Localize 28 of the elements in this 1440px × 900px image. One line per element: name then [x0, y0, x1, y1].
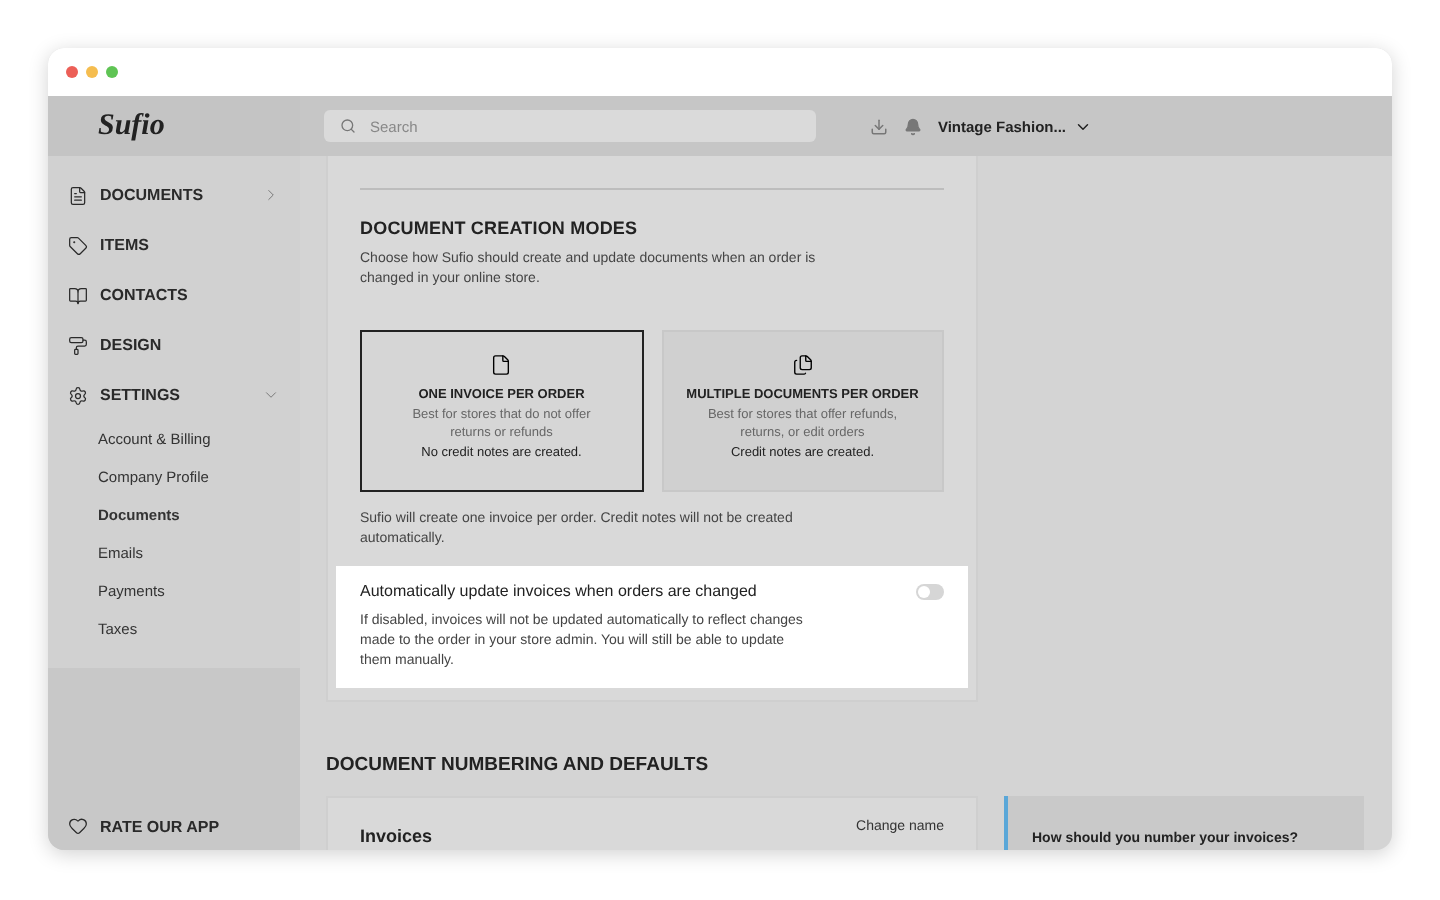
- minimize-dot-icon[interactable]: [86, 66, 98, 78]
- chevron-down-icon: [262, 386, 280, 404]
- bell-icon[interactable]: [903, 117, 922, 135]
- settings-icon: [68, 385, 88, 405]
- sidebar-item[interactable]: ITEMS: [48, 220, 300, 270]
- notebook-icon: [68, 285, 88, 305]
- card-title: Invoices: [360, 826, 433, 850]
- documents-icon: [791, 354, 814, 376]
- document-icon: [490, 354, 513, 376]
- section-title: DOCUMENT NUMBERING AND DEFAULTS: [326, 754, 711, 776]
- tag-icon: [68, 235, 88, 255]
- app-logo[interactable]: Sufio: [98, 109, 165, 143]
- section-title: DOCUMENT CREATION MODES: [360, 218, 640, 238]
- close-dot-icon[interactable]: [66, 66, 78, 78]
- search-icon: [340, 118, 356, 134]
- chevron-right-icon: [262, 186, 280, 204]
- download-icon[interactable]: [869, 117, 888, 135]
- heart-icon: [68, 816, 88, 836]
- sidebar-item[interactable]: SETTINGS: [48, 370, 300, 420]
- rate-app-link[interactable]: RATE OUR APP: [48, 816, 300, 850]
- sidebar-item[interactable]: DOCUMENTS: [48, 170, 300, 220]
- maximize-dot-icon[interactable]: [106, 66, 118, 78]
- document-icon: [68, 185, 88, 205]
- toggle-switch[interactable]: [916, 583, 944, 599]
- auto-update-label: Automatically update invoices when orders are changed: [360, 582, 757, 600]
- sidebar-item[interactable]: CONTACTS: [48, 270, 300, 320]
- sidebar-item[interactable]: DESIGN: [48, 320, 300, 370]
- paint-roller-icon: [68, 335, 88, 355]
